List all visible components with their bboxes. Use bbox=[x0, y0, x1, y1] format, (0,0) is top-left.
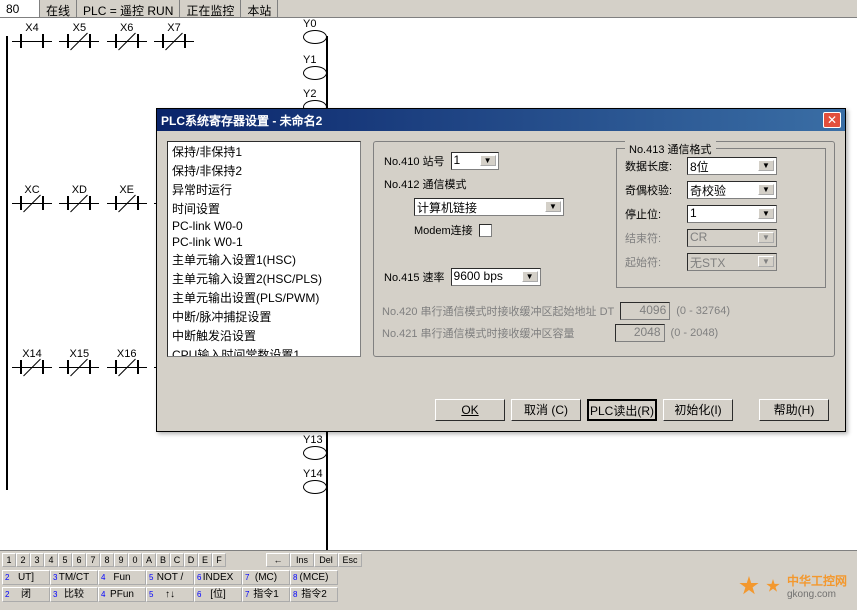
status-monitor[interactable]: 正在监控 bbox=[180, 0, 241, 17]
list-item[interactable]: 主单元输入设置2(HSC/PLS) bbox=[168, 269, 360, 288]
key-button[interactable]: C bbox=[170, 553, 184, 567]
key-button[interactable]: A bbox=[142, 553, 156, 567]
fn-button[interactable]: 4Fun bbox=[98, 570, 146, 585]
list-item[interactable]: 保持/非保持1 bbox=[168, 142, 360, 161]
fn-button[interactable]: 5NOT / bbox=[146, 570, 194, 585]
buf-cap-field: 2048 bbox=[615, 324, 665, 342]
init-button[interactable]: 初始化(I) bbox=[663, 399, 733, 421]
meter-value: 80 bbox=[0, 0, 40, 17]
key-button[interactable]: F bbox=[212, 553, 226, 567]
key-button[interactable]: 9 bbox=[114, 553, 128, 567]
parity-select[interactable]: 奇校验 bbox=[687, 181, 777, 199]
list-item[interactable]: 中断/脉冲捕捉设置 bbox=[168, 307, 360, 326]
status-plc[interactable]: PLC = 遥控 RUN bbox=[77, 0, 180, 17]
key-button[interactable]: 4 bbox=[44, 553, 58, 567]
fn-button[interactable]: 3比较 bbox=[50, 587, 98, 602]
key-button[interactable]: 2 bbox=[16, 553, 30, 567]
status-online[interactable]: 在线 bbox=[40, 0, 77, 17]
list-item[interactable]: 主单元输入设置1(HSC) bbox=[168, 250, 360, 269]
endchar-select: CR bbox=[687, 229, 777, 247]
key-button[interactable]: Ins bbox=[290, 553, 314, 567]
key-button[interactable]: 1 bbox=[2, 553, 16, 567]
fn-button[interactable]: 3TM/CT bbox=[50, 570, 98, 585]
key-button[interactable]: D bbox=[184, 553, 198, 567]
list-item[interactable]: 主单元输出设置(PLS/PWM) bbox=[168, 288, 360, 307]
key-button[interactable]: ← bbox=[266, 553, 290, 567]
list-item[interactable]: 时间设置 bbox=[168, 199, 360, 218]
fn-button[interactable]: 6[位] bbox=[194, 587, 242, 602]
ok-button[interactable]: OK bbox=[435, 399, 505, 421]
fieldset-legend: No.413 通信格式 bbox=[625, 141, 716, 157]
fn-button[interactable]: 2闭 bbox=[2, 587, 50, 602]
comm-mode-select[interactable]: 计算机链接 bbox=[414, 198, 564, 216]
fn-button[interactable]: 8(MCE) bbox=[290, 570, 338, 585]
key-button[interactable]: 6 bbox=[72, 553, 86, 567]
fn-button[interactable]: 4PFun bbox=[98, 587, 146, 602]
list-item[interactable]: PC-link W0-0 bbox=[168, 218, 360, 234]
startchar-select: 无STX bbox=[687, 253, 777, 271]
key-button[interactable]: 0 bbox=[128, 553, 142, 567]
rate-select[interactable]: 9600 bps bbox=[451, 268, 541, 286]
modem-checkbox[interactable] bbox=[479, 224, 492, 237]
key-button[interactable]: Esc bbox=[338, 553, 362, 567]
fn-button[interactable]: 7(MC) bbox=[242, 570, 290, 585]
cancel-button[interactable]: 取消 (C) bbox=[511, 399, 581, 421]
dialog-titlebar[interactable]: PLC系统寄存器设置 - 未命名2 ✕ bbox=[157, 109, 845, 131]
gear-icon bbox=[766, 579, 780, 593]
fn-button[interactable]: 8指令2 bbox=[290, 587, 338, 602]
list-item[interactable]: PC-link W0-1 bbox=[168, 234, 360, 250]
key-button[interactable]: Del bbox=[314, 553, 338, 567]
gear-icon bbox=[739, 576, 759, 596]
list-item[interactable]: 保持/非保持2 bbox=[168, 161, 360, 180]
list-item[interactable]: 异常时运行 bbox=[168, 180, 360, 199]
bottom-toolbar: 1234567890ABCDEF ←InsDelEsc 2UT]3TM/CT4Fu… bbox=[0, 550, 857, 610]
key-button[interactable]: E bbox=[198, 553, 212, 567]
status-local[interactable]: 本站 bbox=[241, 0, 278, 17]
help-button[interactable]: 帮助(H) bbox=[759, 399, 829, 421]
list-item[interactable]: CPU输入时间常数设置1 bbox=[168, 345, 360, 357]
fn-button[interactable]: 2UT] bbox=[2, 570, 50, 585]
fn-button[interactable]: 7指令1 bbox=[242, 587, 290, 602]
list-item[interactable]: 中断触发沿设置 bbox=[168, 326, 360, 345]
fn-button[interactable]: 5↑↓ bbox=[146, 587, 194, 602]
key-button[interactable]: 5 bbox=[58, 553, 72, 567]
datalen-select[interactable]: 8位 bbox=[687, 157, 777, 175]
key-button[interactable]: 8 bbox=[100, 553, 114, 567]
fn-button[interactable]: 6INDEX bbox=[194, 570, 242, 585]
system-register-dialog: PLC系统寄存器设置 - 未命名2 ✕ 保持/非保持1保持/非保持2异常时运行时… bbox=[156, 108, 846, 432]
key-button[interactable]: 7 bbox=[86, 553, 100, 567]
key-button[interactable]: B bbox=[156, 553, 170, 567]
settings-list[interactable]: 保持/非保持1保持/非保持2异常时运行时间设置PC-link W0-0PC-li… bbox=[167, 141, 361, 357]
key-button[interactable]: 3 bbox=[30, 553, 44, 567]
close-icon[interactable]: ✕ bbox=[823, 112, 841, 128]
buf-start-field: 4096 bbox=[620, 302, 670, 320]
watermark: 中华工控网 gkong.com bbox=[739, 572, 847, 600]
main-toolbar: 80 在线 PLC = 遥控 RUN 正在监控 本站 bbox=[0, 0, 857, 18]
stopbit-select[interactable]: 1 bbox=[687, 205, 777, 223]
station-select[interactable]: 1 bbox=[451, 152, 499, 170]
dialog-title: PLC系统寄存器设置 - 未命名2 bbox=[161, 112, 322, 129]
plc-read-button[interactable]: PLC读出(R) bbox=[587, 399, 657, 421]
